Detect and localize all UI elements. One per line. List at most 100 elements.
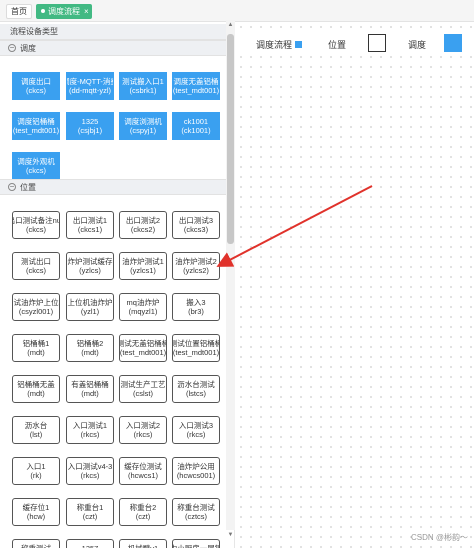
palette-node[interactable]: 油炸炉测试2 (yzlcs2)	[172, 252, 220, 280]
palette-node-label: 1325	[81, 117, 99, 126]
palette-group-header[interactable]: − 调度	[0, 40, 226, 56]
palette-node[interactable]: 铝桶桶1 (mdt)	[12, 334, 60, 362]
palette-node-label: 出口测试1	[72, 216, 108, 225]
palette-node[interactable]: ck1001 (ck1001)	[172, 112, 220, 140]
palette-node[interactable]: 调度出口 (ckcs)	[12, 72, 60, 100]
palette-node[interactable]: 入口测试v4-3 (rkcs)	[66, 457, 114, 485]
palette-node[interactable]: 入口测试3 (rkcs)	[172, 416, 220, 444]
palette-node[interactable]: 出口测试3 (ckcs3)	[172, 211, 220, 239]
palette-node[interactable]: 称重台测试 (cztcs)	[172, 498, 220, 526]
collapse-icon[interactable]: −	[8, 182, 16, 191]
tab-schedule-flow[interactable]: 调度流程 ×	[36, 4, 92, 19]
palette-node-code: (dd-mqtt-yzl)	[68, 86, 112, 95]
palette-node-code: (ckcs1)	[77, 225, 103, 234]
palette-node-code: (csyzl001)	[18, 307, 54, 316]
palette-node[interactable]: 出口测试2 (ckcs2)	[119, 211, 167, 239]
palette-node-label: 测试生产工艺	[120, 380, 166, 389]
palette-node[interactable]: mq油炸炉 (mqyzl1)	[119, 293, 167, 321]
palette-node[interactable]: 油炸炉测试1 (yzlcs1)	[119, 252, 167, 280]
palette-node-code: (hcw)	[26, 512, 46, 521]
palette-node-label: 出口测试备注null	[13, 216, 59, 225]
palette-node[interactable]: 铝桶桶2 (mdt)	[66, 334, 114, 362]
palette-scroll-thumb[interactable]	[227, 34, 234, 244]
palette-node-code: (czt)	[135, 512, 151, 521]
palette-node-label: 入口测试3	[178, 421, 214, 430]
legend-flow-label: 调度流程	[256, 40, 293, 50]
palette-node[interactable]: 称重台1 (czt)	[66, 498, 114, 526]
palette-node[interactable]: 称重测试(cz)	[12, 539, 60, 548]
palette-node[interactable]: 测试生产工艺 (cslst)	[119, 375, 167, 403]
palette-node[interactable]: 测试出口 (ckcs)	[12, 252, 60, 280]
tab-home[interactable]: 首页	[6, 4, 32, 19]
palette-node[interactable]: 调度浏测机 (cspyj1)	[119, 112, 167, 140]
palette-node[interactable]: 测试位置铝桶桶 (test_mdt001)	[172, 334, 220, 362]
palette-node-label: 油炸炉公用	[177, 462, 215, 471]
palette-node[interactable]: 测试油炸炉上位机(csyzl001)	[12, 293, 60, 321]
palette-node[interactable]: 1325 (csjbj1)	[66, 112, 114, 140]
palette-node[interactable]: 1357(czt)	[66, 539, 114, 548]
palette-node[interactable]: 有盖铝桶桶 (mdt)	[66, 375, 114, 403]
legend-flow: 调度流程	[256, 38, 303, 51]
close-icon[interactable]: ×	[84, 5, 89, 18]
palette-node[interactable]: 调度-MQTT-消费(dd-mqtt-yzl)	[66, 72, 114, 100]
palette-node-code: (rkcs)	[133, 430, 153, 439]
palette-node-code: (rkcs)	[80, 430, 100, 439]
palette-node-code: (hcwcs001)	[176, 471, 216, 480]
palette-node[interactable]: 缓存位1 (hcw)	[12, 498, 60, 526]
palette-node-code: (rk)	[30, 471, 42, 480]
palette-node-label: 测试位置铝桶桶	[172, 339, 220, 348]
scroll-up-icon[interactable]: ▲	[226, 20, 235, 30]
legend-schedule-label: 调度	[408, 40, 427, 50]
palette-node-label: 入口测试2	[125, 421, 161, 430]
palette-node-code: (ck1001)	[181, 126, 211, 135]
watermark: CSDN @彬韵～	[410, 533, 468, 542]
palette-group-header[interactable]: − 位置	[0, 179, 226, 195]
palette-node[interactable]: 铝桶桶无盖 (mdt)	[12, 375, 60, 403]
palette-node[interactable]: 测试搬入口1 (csbrk1)	[119, 72, 167, 100]
scroll-down-icon[interactable]: ▼	[226, 530, 235, 540]
tab-bar: 首页 调度流程 ×	[0, 0, 474, 22]
flow-canvas[interactable]	[236, 22, 474, 548]
palette-node[interactable]: 机械臂v1(jxbv4)	[119, 539, 167, 548]
palette-node[interactable]: 称重台2 (czt)	[119, 498, 167, 526]
palette-node-code: (ckcs2)	[130, 225, 156, 234]
palette-node-label: 入口测试1	[72, 421, 108, 430]
palette-node[interactable]: 中小厨房一层铸(jxbv1)	[172, 539, 220, 548]
palette-node-label: 称重台1	[76, 503, 104, 512]
palette-node[interactable]: 油炸炉公用 (hcwcs001)	[172, 457, 220, 485]
palette-node-code: (rkcs)	[80, 471, 100, 480]
palette-node[interactable]: 出口测试1 (ckcs1)	[66, 211, 114, 239]
palette-node-code: (lst)	[29, 430, 43, 439]
palette-node-code: (czt)	[82, 512, 98, 521]
palette-node[interactable]: 调度外观机 (ckcs)	[12, 152, 60, 180]
palette-node[interactable]: 油炸炉测试缓存位(yzlcs)	[66, 252, 114, 280]
legend-position-label: 位置	[328, 40, 347, 50]
palette-node[interactable]: 调度无盖铝桶 (test_mdt001)	[172, 72, 220, 100]
legend: 调度流程 位置 调度	[236, 32, 474, 56]
palette-node-code: (br3)	[188, 307, 204, 316]
palette-node-label: 有盖铝桶桶	[71, 380, 109, 389]
palette-node-label: 测试搬入口1	[122, 77, 164, 86]
collapse-icon[interactable]: −	[8, 43, 16, 52]
palette-node[interactable]: 入口测试2 (rkcs)	[119, 416, 167, 444]
palette-node-label: 缓存位测试	[124, 462, 162, 471]
palette-node-code: (yzlcs1)	[130, 266, 156, 275]
active-dot-icon	[41, 8, 45, 13]
palette-node[interactable]: 上位机油炸炉 (yzl1)	[66, 293, 114, 321]
palette-node[interactable]: 搬入3 (br3)	[172, 293, 220, 321]
palette-node-code: (csjbj1)	[77, 126, 103, 135]
palette-node[interactable]: 出口测试备注null(ckcs)	[12, 211, 60, 239]
palette-node-label: 出口测试3	[178, 216, 214, 225]
palette-node[interactable]: 测试无盖铝桶桶 (test_mdt001)	[119, 334, 167, 362]
palette-node-label: 调度外观机	[17, 157, 55, 166]
palette-node-label: 搬入3	[186, 298, 206, 307]
palette-node[interactable]: 调度铝桶桶 (test_mdt001)	[12, 112, 60, 140]
palette-node[interactable]: 入口测试1 (rkcs)	[66, 416, 114, 444]
palette-node-label: 1357	[82, 544, 99, 548]
palette-node[interactable]: 沥水台测试 (lstcs)	[172, 375, 220, 403]
palette-node-code: (test_mdt001)	[12, 126, 60, 135]
palette-node[interactable]: 缓存位测试 (hcwcs1)	[119, 457, 167, 485]
palette-node[interactable]: 入口1 (rk)	[12, 457, 60, 485]
palette-node-code: (ckcs)	[26, 86, 46, 95]
palette-node[interactable]: 沥水台 (lst)	[12, 416, 60, 444]
